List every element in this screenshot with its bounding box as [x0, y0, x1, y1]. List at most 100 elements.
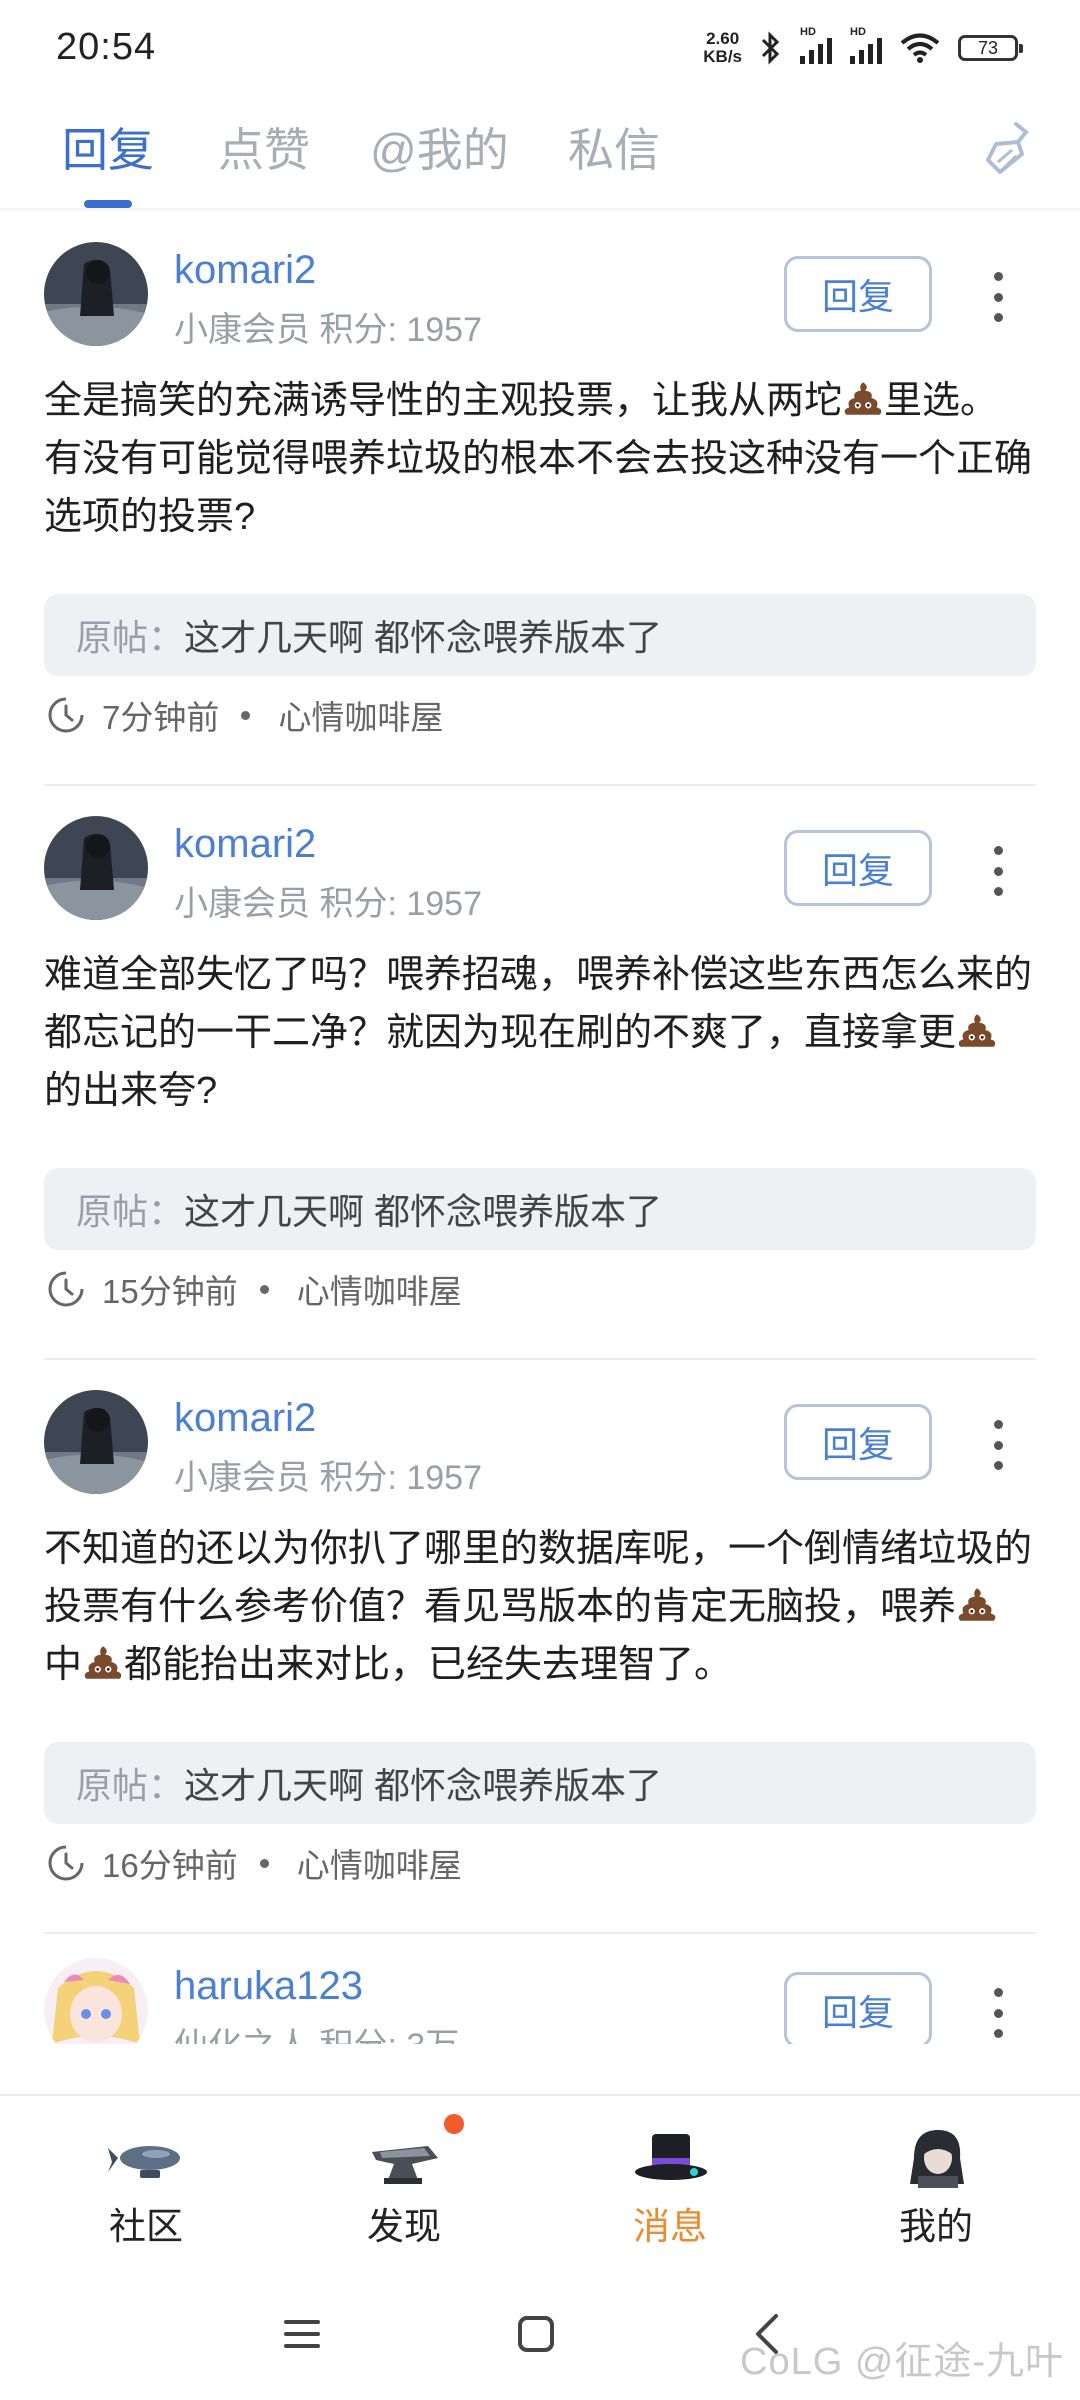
- wifi-icon: [900, 33, 940, 63]
- clock-icon: [48, 697, 84, 733]
- reply-content[interactable]: 不知道的还以为你扒了哪里的数据库呢，一个倒情绪垃圾的投票有什么参考价值？看见骂版…: [44, 1520, 1034, 1694]
- username[interactable]: komari2: [174, 822, 316, 867]
- more-options-icon[interactable]: [988, 1420, 1008, 1470]
- status-icons: 2.60 KB/s HD HD 73: [703, 26, 1023, 70]
- list-item[interactable]: komari2 小康会员 积分: 1957 回复 难道全部失忆了吗？喂养招魂，喂…: [0, 786, 1080, 1360]
- tab-like[interactable]: 点赞: [218, 114, 310, 180]
- quote-text: 这才几天啊 都怀念喂养版本了: [184, 617, 663, 658]
- system-navigation-bar: CoLG @征途-九叶: [0, 2270, 1080, 2400]
- nav-community[interactable]: 社区: [46, 2096, 246, 2272]
- quote-label: 原帖：: [76, 1191, 185, 1232]
- avatar[interactable]: [44, 242, 148, 346]
- reply-time: 15分钟前: [102, 1273, 238, 1310]
- tab-private-message[interactable]: 私信: [568, 114, 660, 180]
- battery-icon: 73: [958, 35, 1023, 61]
- quote-text: 这才几天啊 都怀念喂养版本了: [184, 1191, 663, 1232]
- poop-emoji-icon: [84, 1646, 122, 1679]
- poop-emoji-icon: [844, 382, 882, 415]
- quote-text: 这才几天啊 都怀念喂养版本了: [184, 1765, 663, 1806]
- cell-signal-1-icon: HD: [800, 26, 832, 64]
- cell-signal-2-icon: HD: [850, 26, 882, 64]
- reply-text: 中: [44, 1644, 83, 1686]
- user-level-points: 小康会员 积分: 1957: [174, 311, 482, 349]
- reply-text: 的出来夸?: [44, 1070, 218, 1112]
- poop-emoji-icon: [958, 1014, 996, 1047]
- watermark: CoLG @征途-九叶: [740, 2341, 1065, 2383]
- nav-community-label: 社区: [109, 2206, 183, 2247]
- separator-dot: [259, 1284, 269, 1294]
- tab-mention[interactable]: @我的: [370, 114, 509, 180]
- reply-time: 7分钟前: [102, 699, 220, 736]
- more-options-icon[interactable]: [988, 1988, 1008, 2038]
- airship-icon: [108, 2146, 180, 2178]
- clock-icon: [48, 1845, 84, 1881]
- board-name[interactable]: 心情咖啡屋: [278, 691, 443, 739]
- nav-mine-label: 我的: [899, 2206, 973, 2247]
- hd-label-1: HD: [800, 26, 816, 38]
- quote-label: 原帖：: [76, 1765, 185, 1806]
- reply-text: 难道全部失忆了吗？喂养招魂，喂养补偿这些东西怎么来的都忘记的一干二净？就因为现在…: [44, 954, 1033, 1054]
- avatar[interactable]: [44, 816, 148, 920]
- board-name[interactable]: 心情咖啡屋: [297, 1265, 462, 1313]
- poop-emoji-icon: [958, 1588, 996, 1621]
- nav-messages[interactable]: 消息: [570, 2096, 770, 2272]
- network-speed-value: 2.60: [706, 29, 740, 48]
- reply-button[interactable]: 回复: [784, 256, 932, 332]
- username[interactable]: komari2: [174, 248, 316, 293]
- active-tab-indicator: [84, 200, 132, 208]
- network-speed: 2.60 KB/s: [703, 30, 742, 66]
- reply-text: 都能抬出来对比，已经失去理智了。: [124, 1644, 733, 1686]
- reply-content[interactable]: 难道全部失忆了吗？喂养招魂，喂养补偿这些东西怎么来的都忘记的一干二净？就因为现在…: [44, 946, 1034, 1120]
- list-item[interactable]: komari2 小康会员 积分: 1957 回复 全是搞笑的充满诱导性的主观投票…: [0, 212, 1080, 786]
- board-name[interactable]: 心情咖啡屋: [297, 1839, 462, 1887]
- list-item[interactable]: haruka123 仙化之人 积分: 3万 回复: [0, 1934, 1080, 2044]
- reply-text: 全是搞笑的充满诱导性的主观投票，让我从两坨: [44, 380, 843, 422]
- avatar[interactable]: [44, 1958, 148, 2044]
- avatar[interactable]: [44, 1390, 148, 1494]
- character-avatar-icon: [910, 2130, 964, 2188]
- message-tabs: 回复 点赞 @我的 私信: [0, 96, 1080, 208]
- original-post-quote[interactable]: 原帖： 这才几天啊 都怀念喂养版本了: [44, 594, 1036, 676]
- nav-discover-label: 发现: [367, 2206, 441, 2247]
- reply-button[interactable]: 回复: [784, 1404, 932, 1480]
- more-options-icon[interactable]: [988, 272, 1008, 322]
- top-hat-icon: [635, 2134, 707, 2180]
- menu-icon[interactable]: [280, 2314, 324, 2354]
- status-time: 20:54: [56, 26, 157, 68]
- reply-button[interactable]: 回复: [784, 830, 932, 906]
- nav-mine[interactable]: 我的: [836, 2096, 1036, 2272]
- original-post-quote[interactable]: 原帖： 这才几天啊 都怀念喂养版本了: [44, 1168, 1036, 1250]
- separator-dot: [241, 710, 251, 720]
- anvil-icon: [372, 2146, 438, 2184]
- reply-button[interactable]: 回复: [784, 1972, 932, 2044]
- separator-dot: [259, 1858, 269, 1868]
- home-icon[interactable]: [516, 2312, 556, 2356]
- nav-discover[interactable]: 发现: [304, 2096, 504, 2272]
- bluetooth-icon: [761, 31, 780, 65]
- status-bar: 20:54 2.60 KB/s HD HD 73: [0, 0, 1080, 96]
- network-speed-unit: KB/s: [703, 47, 742, 66]
- user-level-points: 小康会员 积分: 1957: [174, 885, 482, 923]
- broom-clear-icon[interactable]: [978, 118, 1038, 178]
- username[interactable]: haruka123: [174, 1964, 363, 2009]
- reply-list: komari2 小康会员 积分: 1957 回复 全是搞笑的充满诱导性的主观投票…: [0, 212, 1080, 2044]
- clock-icon: [48, 1271, 84, 1307]
- reply-time: 16分钟前: [102, 1847, 238, 1884]
- reply-content[interactable]: 全是搞笑的充满诱导性的主观投票，让我从两坨 里选。有没有可能觉得喂养垃圾的根本不会…: [44, 372, 1034, 546]
- quote-label: 原帖：: [76, 617, 185, 658]
- username[interactable]: komari2: [174, 1396, 316, 1441]
- user-level-points: 仙化之人 积分: 3万: [174, 2018, 459, 2044]
- nav-messages-label: 消息: [633, 2206, 707, 2247]
- reply-meta: 15分钟前 心情咖啡屋: [46, 1266, 462, 1312]
- reply-meta: 7分钟前 心情咖啡屋: [46, 692, 443, 738]
- reply-text: 不知道的还以为你扒了哪里的数据库呢，一个倒情绪垃圾的投票有什么参考价值？看见骂版…: [44, 1528, 1033, 1628]
- reply-meta: 16分钟前 心情咖啡屋: [46, 1840, 462, 1886]
- notification-dot: [444, 2114, 464, 2134]
- list-item[interactable]: komari2 小康会员 积分: 1957 回复 不知道的还以为你扒了哪里的数据…: [0, 1360, 1080, 1934]
- more-options-icon[interactable]: [988, 846, 1008, 896]
- bottom-navigation: 社区 发现 消息 我的: [0, 2094, 1080, 2272]
- user-level-points: 小康会员 积分: 1957: [174, 1459, 482, 1497]
- original-post-quote[interactable]: 原帖： 这才几天啊 都怀念喂养版本了: [44, 1742, 1036, 1824]
- tab-reply[interactable]: 回复: [62, 114, 154, 180]
- hd-label-2: HD: [850, 26, 866, 38]
